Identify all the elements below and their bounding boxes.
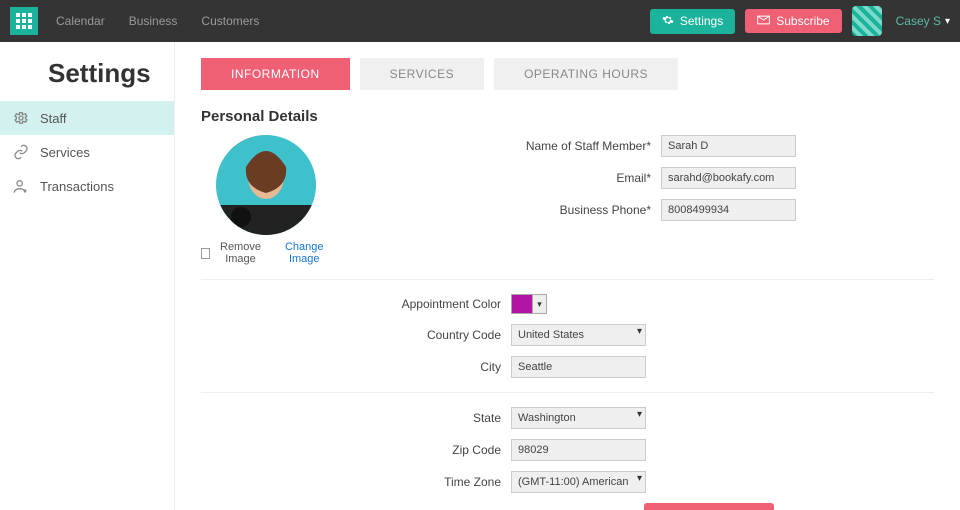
city-label: City [201, 360, 511, 374]
nav-link-customers[interactable]: Customers [201, 14, 259, 28]
tab-services[interactable]: SERVICES [360, 58, 484, 90]
timezone-label: Time Zone [201, 475, 511, 489]
settings-button[interactable]: Settings [650, 9, 735, 34]
sidebar-item-staff[interactable]: Staff [0, 101, 174, 135]
color-swatch [512, 295, 532, 313]
chevron-down-icon: ▾ [532, 295, 546, 313]
remove-image-label: Remove Image [214, 241, 268, 265]
name-field[interactable] [661, 135, 796, 157]
nav-link-business[interactable]: Business [129, 14, 178, 28]
sidebar-item-services[interactable]: Services [0, 135, 174, 169]
gear-icon [12, 109, 30, 127]
sidebar-item-label: Services [40, 145, 90, 160]
sidebar-item-label: Staff [40, 111, 67, 126]
subscribe-button[interactable]: Subscribe [745, 9, 841, 33]
section-title: Personal Details [201, 108, 934, 125]
user-avatar[interactable] [852, 6, 882, 36]
tab-operating-hours[interactable]: OPERATING HOURS [494, 58, 678, 90]
chevron-down-icon: ▾ [945, 16, 950, 27]
zip-label: Zip Code [201, 443, 511, 457]
country-select[interactable] [511, 324, 646, 346]
sidebar-title: Settings [0, 54, 174, 101]
appointment-color-picker[interactable]: ▾ [511, 294, 547, 314]
user-star-icon [12, 177, 30, 195]
email-label: Email* [361, 171, 661, 185]
phone-field[interactable] [661, 199, 796, 221]
tab-information[interactable]: INFORMATION [201, 58, 350, 90]
zip-field[interactable] [511, 439, 646, 461]
user-name-label: Casey S [896, 14, 941, 28]
state-select[interactable] [511, 407, 646, 429]
email-field[interactable] [661, 167, 796, 189]
app-logo[interactable] [10, 7, 38, 35]
name-label: Name of Staff Member* [361, 139, 661, 153]
change-image-link[interactable]: Change Image [277, 241, 331, 265]
content-area: INFORMATION SERVICES OPERATING HOURS Per… [175, 42, 960, 510]
tabs: INFORMATION SERVICES OPERATING HOURS [201, 58, 934, 90]
staff-photo [216, 135, 316, 235]
grid-icon [15, 12, 33, 30]
nav-link-calendar[interactable]: Calendar [56, 14, 105, 28]
city-field[interactable] [511, 356, 646, 378]
user-menu[interactable]: Casey S ▾ [896, 14, 950, 28]
sidebar-item-transactions[interactable]: Transactions [0, 169, 174, 203]
sidebar: Settings Staff Services Transactions [0, 42, 175, 510]
sidebar-item-label: Transactions [40, 179, 114, 194]
top-nav: Calendar Business Customers [56, 14, 259, 28]
subscribe-button-label: Subscribe [776, 14, 829, 28]
timezone-select[interactable] [511, 471, 646, 493]
top-nav-right: Settings Subscribe Casey S ▾ [650, 6, 950, 36]
mail-icon [757, 14, 770, 28]
link-icon [12, 143, 30, 161]
appointment-color-label: Appointment Color [201, 297, 511, 311]
update-information-button[interactable]: Update Information [644, 503, 774, 510]
state-label: State [201, 411, 511, 425]
country-label: Country Code [201, 328, 511, 342]
topbar: Calendar Business Customers Settings Sub… [0, 0, 960, 42]
remove-image-checkbox[interactable]: Remove Image [201, 241, 267, 265]
settings-button-label: Settings [680, 14, 723, 28]
gear-icon [662, 14, 674, 29]
phone-label: Business Phone* [361, 203, 661, 217]
